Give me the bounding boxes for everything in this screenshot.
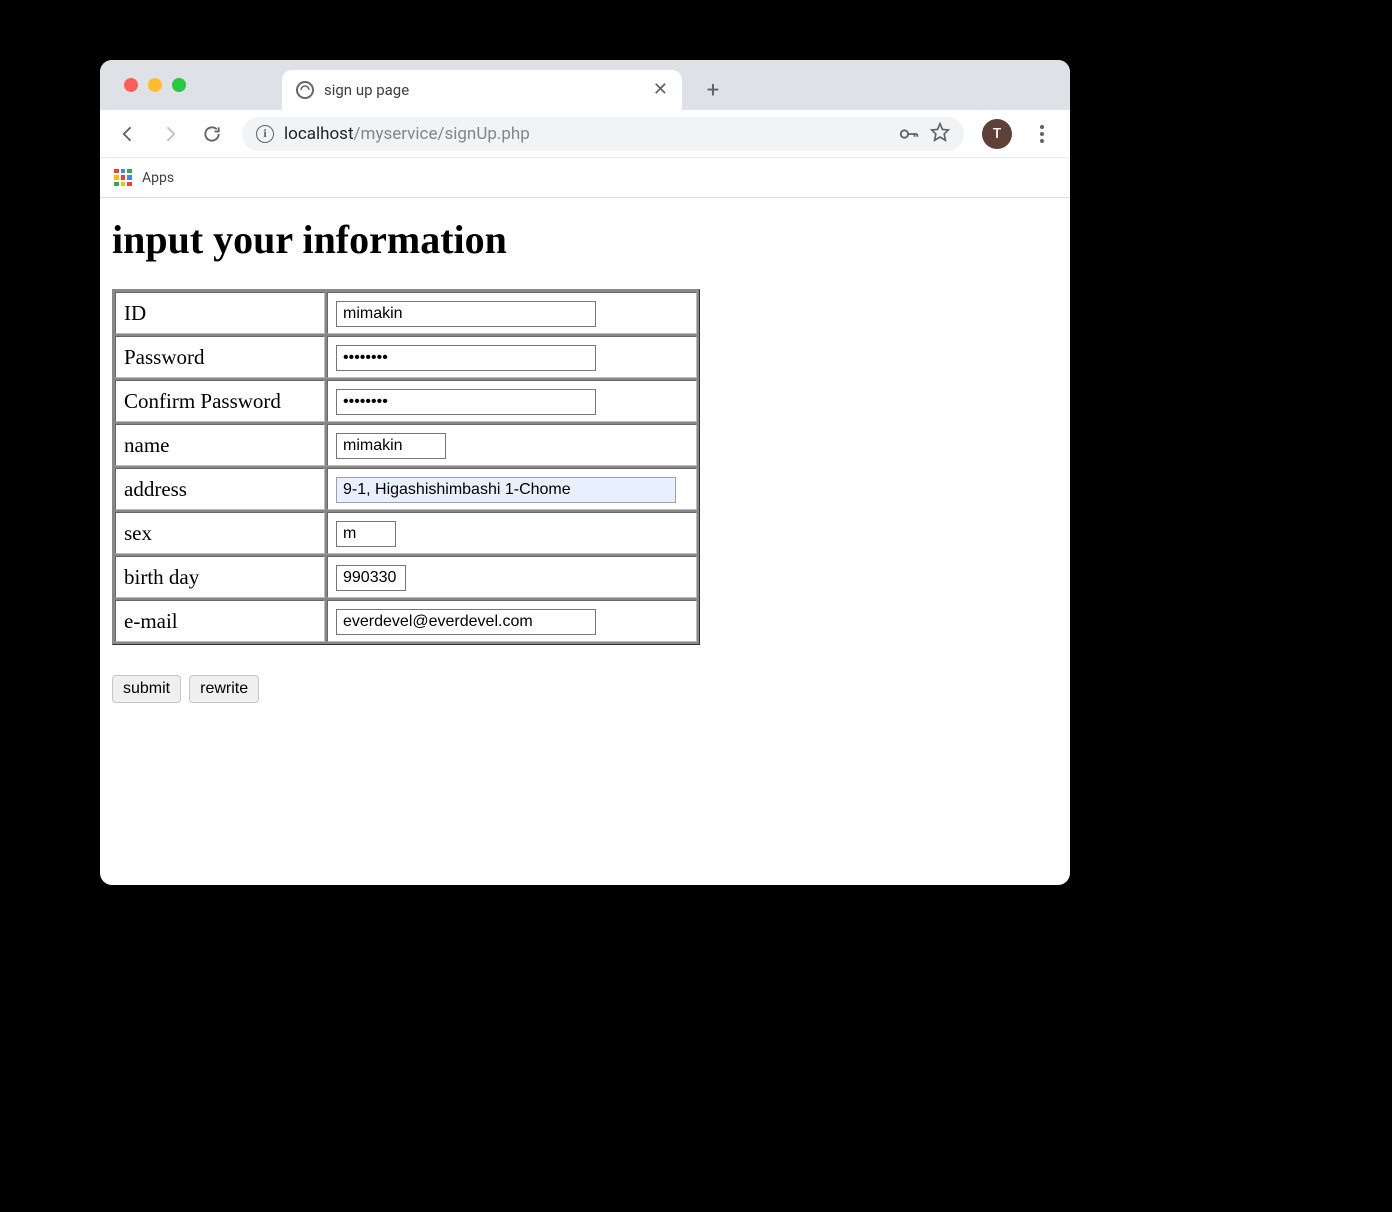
window-controls — [118, 60, 186, 110]
forward-button[interactable] — [152, 116, 188, 152]
page-heading: input your information — [112, 216, 1058, 263]
id-label: ID — [115, 292, 325, 334]
form-buttons: submit rewrite — [112, 675, 1058, 703]
table-row: Confirm Password — [115, 380, 697, 422]
url-display: localhost/myservice/signUp.php — [284, 124, 530, 144]
email-label: e-mail — [115, 600, 325, 642]
tab-strip: sign up page ✕ + — [100, 60, 1070, 110]
back-button[interactable] — [110, 116, 146, 152]
apps-label[interactable]: Apps — [142, 170, 174, 186]
address-label: address — [115, 468, 325, 510]
favicon-icon — [296, 81, 314, 99]
table-row: name — [115, 424, 697, 466]
bookmark-star-icon[interactable] — [930, 122, 950, 146]
email-input[interactable] — [336, 609, 596, 635]
new-tab-button[interactable]: + — [698, 75, 728, 105]
table-row: address — [115, 468, 697, 510]
tab-title: sign up page — [324, 81, 643, 99]
saved-password-icon[interactable] — [898, 123, 920, 145]
sex-input[interactable] — [336, 521, 396, 547]
reload-button[interactable] — [194, 116, 230, 152]
address-input[interactable] — [336, 477, 676, 503]
id-input[interactable] — [336, 301, 596, 327]
browser-toolbar: i localhost/myservice/signUp.php T — [100, 110, 1070, 158]
minimize-window-button[interactable] — [148, 78, 162, 92]
name-input[interactable] — [336, 433, 446, 459]
table-row: e-mail — [115, 600, 697, 642]
table-row: ID — [115, 292, 697, 334]
browser-menu-button[interactable] — [1024, 125, 1060, 143]
confirm-password-input[interactable] — [336, 389, 596, 415]
address-bar[interactable]: i localhost/myservice/signUp.php — [242, 117, 964, 151]
table-row: Password — [115, 336, 697, 378]
browser-window: sign up page ✕ + i localhost/myservice/s… — [100, 60, 1070, 885]
rewrite-button[interactable]: rewrite — [189, 675, 259, 703]
profile-avatar[interactable]: T — [982, 119, 1012, 149]
submit-button[interactable]: submit — [112, 675, 181, 703]
page-content: input your information ID Password Confi… — [100, 198, 1070, 713]
site-info-icon[interactable]: i — [256, 125, 274, 143]
table-row: birth day — [115, 556, 697, 598]
birth-day-input[interactable] — [336, 565, 406, 591]
sex-label: sex — [115, 512, 325, 554]
name-label: name — [115, 424, 325, 466]
confirm-password-label: Confirm Password — [115, 380, 325, 422]
birth-day-label: birth day — [115, 556, 325, 598]
apps-icon[interactable] — [114, 169, 132, 187]
url-host: localhost — [284, 124, 354, 144]
password-label: Password — [115, 336, 325, 378]
bookmarks-bar: Apps — [100, 158, 1070, 198]
browser-tab[interactable]: sign up page ✕ — [282, 70, 682, 110]
maximize-window-button[interactable] — [172, 78, 186, 92]
url-path: /myservice/signUp.php — [354, 124, 530, 144]
password-input[interactable] — [336, 345, 596, 371]
close-window-button[interactable] — [124, 78, 138, 92]
close-tab-icon[interactable]: ✕ — [653, 81, 668, 99]
signup-form-table: ID Password Confirm Password name addres… — [112, 289, 700, 645]
table-row: sex — [115, 512, 697, 554]
